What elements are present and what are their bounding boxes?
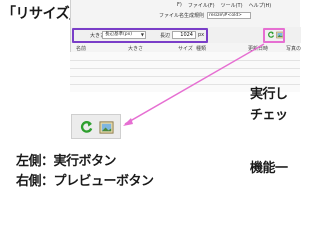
side-text-3: 機能一: [250, 161, 288, 176]
refresh-arrow-icon: [80, 121, 93, 133]
file-list-header: 名前 大きさ サイズ 種類 更新日時 写真の: [70, 44, 301, 52]
column-filesize[interactable]: サイズ: [178, 45, 193, 52]
column-type[interactable]: 種類: [196, 45, 206, 52]
row-divider: [70, 68, 300, 69]
row-divider: [70, 76, 300, 77]
size-settings-highlight: [72, 28, 208, 43]
zoomed-preview-button[interactable]: [99, 120, 114, 135]
zoomed-run-button[interactable]: [79, 120, 94, 135]
caption-preview: 右側：プレビューボタン: [16, 174, 154, 189]
menu-item-tools[interactable]: ツール(T): [221, 2, 243, 10]
buttons-highlight: [263, 28, 285, 43]
column-size[interactable]: 大きさ: [128, 45, 143, 52]
column-name[interactable]: 名前: [76, 45, 86, 52]
row-divider: [70, 60, 300, 61]
filename-rule-row: ファイル名生成規則 resize\#<old>: [159, 11, 301, 20]
filename-rule-input[interactable]: resize\#<old>: [207, 12, 252, 19]
image-preview-icon: [99, 121, 114, 134]
caption-run: 左側：実行ボタン: [16, 154, 117, 169]
side-text-1: 実行し: [250, 87, 288, 102]
menu-item-help[interactable]: ヘルプ(H): [249, 2, 272, 10]
menu-item-file-partial[interactable]: F): [177, 2, 182, 10]
column-photo[interactable]: 写真の: [286, 45, 301, 52]
column-modified[interactable]: 更新日時: [248, 45, 268, 52]
menu-bar: F) ファイル(F) ツール(T) ヘルプ(H): [71, 0, 301, 10]
filename-rule-label: ファイル名生成規則: [159, 13, 205, 19]
zoomed-button-panel: [71, 114, 121, 139]
side-text-2: チェッ: [250, 108, 288, 123]
menu-item-file[interactable]: ファイル(F): [188, 2, 215, 10]
